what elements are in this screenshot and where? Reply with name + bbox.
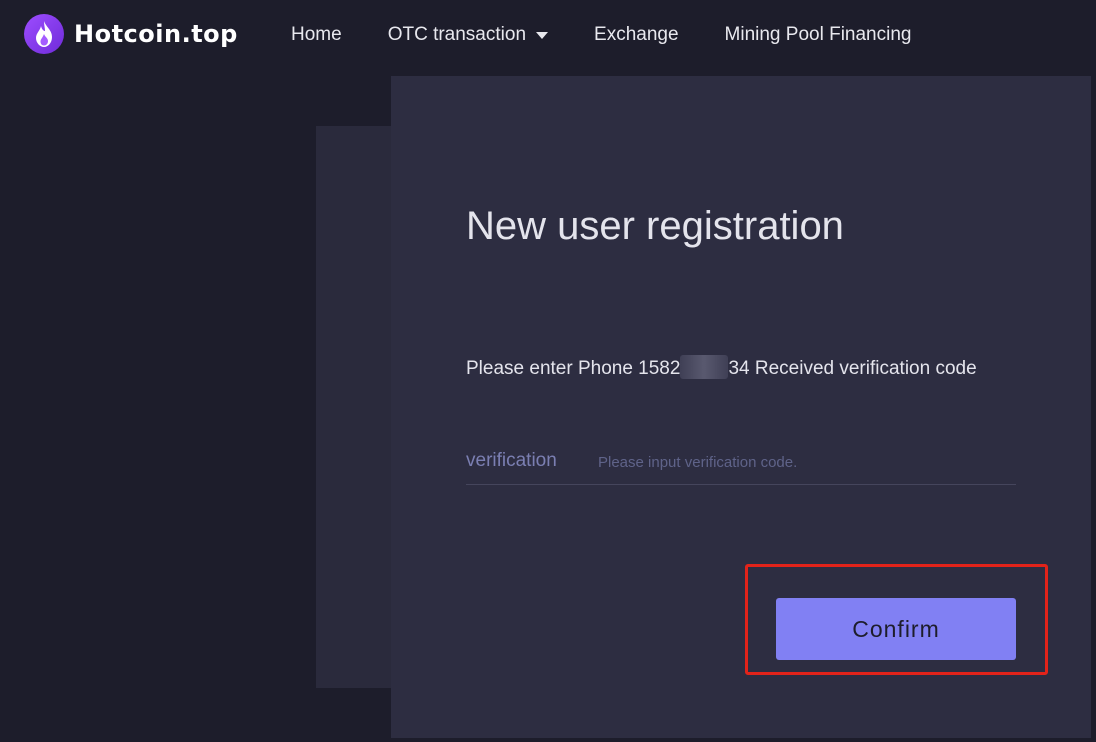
nav-otc-transaction[interactable]: OTC transaction <box>387 24 549 46</box>
background-panel <box>316 126 396 688</box>
verification-field-row: verification <box>466 446 1016 485</box>
nav-exchange[interactable]: Exchange <box>594 24 679 46</box>
instruction-suffix: 34 Received verification code <box>728 358 977 379</box>
verification-label: verification <box>466 450 557 471</box>
verification-instruction: Please enter Phone 1582 34 Received verif… <box>466 355 977 380</box>
nav-mining-pool-financing[interactable]: Mining Pool Financing <box>725 24 912 46</box>
top-navbar: Hotcoin.top Home OTC transaction Exchang… <box>0 0 1096 72</box>
confirm-button[interactable]: Confirm <box>776 598 1016 660</box>
nav-exchange-label: Exchange <box>594 24 679 45</box>
nav-mining-label: Mining Pool Financing <box>724 24 912 45</box>
nav-otc-label: OTC transaction <box>387 24 527 45</box>
instruction-prefix: Please enter Phone 1582 <box>466 358 681 379</box>
flame-icon <box>24 14 64 54</box>
nav-home[interactable]: Home <box>291 24 342 46</box>
main-nav: Home OTC transaction Exchange Mining Poo… <box>291 24 957 46</box>
brand-logo[interactable]: Hotcoin.top <box>24 14 238 54</box>
registration-card: New user registration Please enter Phone… <box>391 76 1091 738</box>
page-title: New user registration <box>466 204 844 248</box>
caret-down-icon <box>536 31 549 39</box>
verification-code-input[interactable] <box>596 452 1016 472</box>
nav-home-label: Home <box>291 24 342 45</box>
masked-phone-digits <box>680 355 729 379</box>
brand-name: Hotcoin.top <box>74 20 238 48</box>
